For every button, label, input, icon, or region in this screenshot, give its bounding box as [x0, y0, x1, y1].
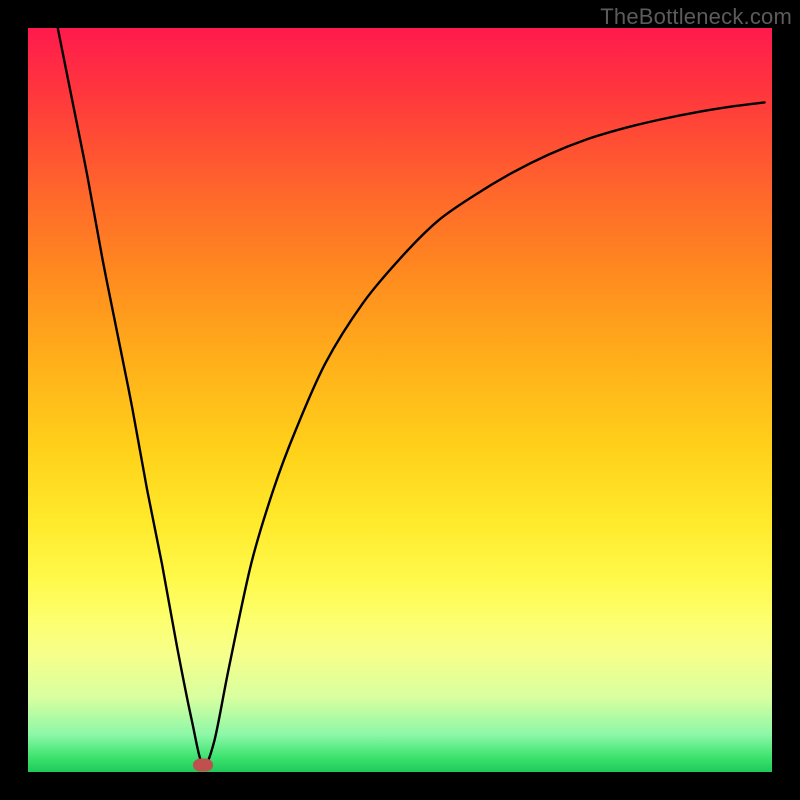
optimum-marker: [193, 758, 213, 771]
curve-svg: [28, 28, 772, 772]
attribution-label: TheBottleneck.com: [600, 4, 792, 30]
plot-area: [28, 28, 772, 772]
chart-frame: TheBottleneck.com: [0, 0, 800, 800]
data-curve: [58, 28, 765, 765]
